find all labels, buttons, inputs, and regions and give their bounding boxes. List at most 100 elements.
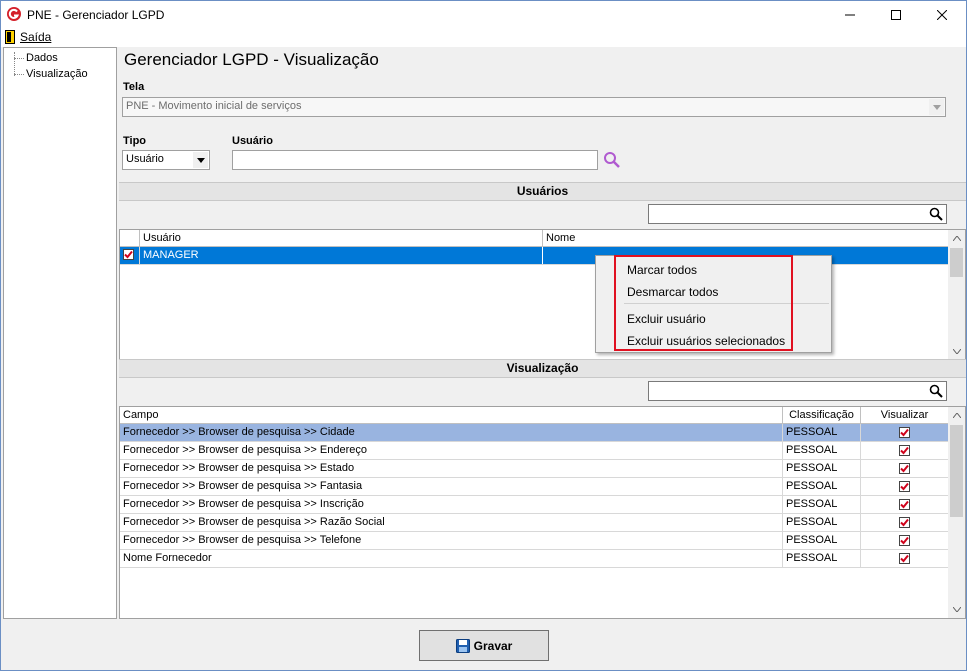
navigation-tree: Dados Visualização	[3, 47, 117, 619]
header-campo[interactable]: Campo	[120, 407, 783, 424]
highlight-box	[614, 255, 793, 351]
tela-select-value: PNE - Movimento inicial de serviços	[126, 100, 302, 112]
cell-visualizar[interactable]	[861, 496, 948, 513]
close-button[interactable]	[919, 1, 965, 28]
window-title: PNE - Gerenciador LGPD	[27, 8, 165, 22]
search-icon[interactable]	[929, 207, 943, 221]
scrollbar-thumb[interactable]	[950, 248, 963, 277]
tree-item-visualizacao[interactable]: Visualização	[26, 68, 88, 80]
tree-item-dados[interactable]: Dados	[26, 52, 58, 64]
table-row[interactable]: Fornecedor >> Browser de pesquisa >> End…	[120, 442, 948, 460]
page-title: Gerenciador LGPD - Visualização	[124, 50, 379, 69]
cell-visualizar[interactable]	[861, 532, 948, 549]
tela-select[interactable]: PNE - Movimento inicial de serviços	[122, 97, 946, 117]
users-filter-input[interactable]	[648, 204, 947, 224]
scroll-down-icon[interactable]	[948, 601, 965, 618]
cell-visualizar[interactable]	[861, 424, 948, 441]
tree-connector	[14, 74, 24, 75]
cell-classificacao: PESSOAL	[783, 514, 861, 531]
view-section-header: Visualização	[119, 359, 966, 378]
cell-classificacao: PESSOAL	[783, 550, 861, 567]
view-filter-input[interactable]	[648, 381, 947, 401]
checkbox-checked-icon	[899, 481, 910, 492]
cell-campo: Fornecedor >> Browser de pesquisa >> Ins…	[120, 496, 783, 513]
users-grid-header: Usuário Nome	[120, 230, 948, 247]
minimize-button[interactable]	[827, 1, 873, 28]
cell-campo: Nome Fornecedor	[120, 550, 783, 567]
cell-classificacao: PESSOAL	[783, 424, 861, 441]
table-row[interactable]: Fornecedor >> Browser de pesquisa >> Raz…	[120, 514, 948, 532]
save-button[interactable]: Gravar	[419, 630, 549, 661]
scrollbar-thumb[interactable]	[950, 425, 963, 517]
users-scrollbar[interactable]	[948, 230, 965, 360]
app-logo-icon	[7, 7, 21, 21]
table-row[interactable]: Fornecedor >> Browser de pesquisa >> Tel…	[120, 532, 948, 550]
chevron-down-icon	[193, 152, 208, 168]
usuario-input[interactable]	[232, 150, 598, 170]
tipo-label: Tipo	[123, 135, 147, 147]
checkbox-checked-icon	[123, 249, 134, 260]
checkbox-checked-icon	[899, 445, 910, 456]
chevron-down-icon	[929, 99, 944, 115]
cell-classificacao: PESSOAL	[783, 532, 861, 549]
cell-campo: Fornecedor >> Browser de pesquisa >> Est…	[120, 460, 783, 477]
menu-exit[interactable]: Saída	[5, 30, 51, 44]
scroll-up-icon[interactable]	[948, 230, 965, 247]
table-row[interactable]: Nome Fornecedor PESSOAL	[120, 550, 948, 568]
cell-visualizar[interactable]	[861, 442, 948, 459]
main-panel: Gerenciador LGPD - Visualização Tela PNE…	[119, 47, 966, 619]
view-grid-header: Campo Classificação Visualizar	[120, 407, 948, 424]
row-checkbox[interactable]	[120, 247, 140, 264]
close-icon	[937, 9, 947, 20]
cell-campo: Fornecedor >> Browser de pesquisa >> Tel…	[120, 532, 783, 549]
search-icon[interactable]	[603, 151, 621, 169]
cell-classificacao: PESSOAL	[783, 478, 861, 495]
tree-connector	[14, 52, 15, 76]
table-row[interactable]: Fornecedor >> Browser de pesquisa >> Ins…	[120, 496, 948, 514]
cell-visualizar[interactable]	[861, 460, 948, 477]
cell-usuario: MANAGER	[140, 247, 543, 264]
exit-door-icon	[5, 30, 15, 44]
table-row[interactable]: Fornecedor >> Browser de pesquisa >> Fan…	[120, 478, 948, 496]
scroll-up-icon[interactable]	[948, 407, 965, 424]
minimize-icon	[845, 14, 855, 15]
view-grid: Campo Classificação Visualizar Fornecedo…	[119, 406, 966, 619]
checkbox-checked-icon	[899, 499, 910, 510]
table-row[interactable]: Fornecedor >> Browser de pesquisa >> Est…	[120, 460, 948, 478]
maximize-icon	[891, 9, 901, 20]
cell-visualizar[interactable]	[861, 550, 948, 567]
table-row[interactable]: Fornecedor >> Browser de pesquisa >> Cid…	[120, 424, 948, 442]
header-nome[interactable]: Nome	[543, 230, 948, 247]
header-checkbox-col	[120, 230, 140, 247]
cell-classificacao: PESSOAL	[783, 496, 861, 513]
title-bar: PNE - Gerenciador LGPD	[1, 1, 966, 28]
header-classificacao[interactable]: Classificação	[783, 407, 861, 424]
cell-visualizar[interactable]	[861, 478, 948, 495]
checkbox-checked-icon	[899, 427, 910, 438]
checkbox-checked-icon	[899, 517, 910, 528]
checkbox-checked-icon	[899, 463, 910, 474]
cell-campo: Fornecedor >> Browser de pesquisa >> Cid…	[120, 424, 783, 441]
cell-campo: Fornecedor >> Browser de pesquisa >> End…	[120, 442, 783, 459]
checkbox-checked-icon	[899, 553, 910, 564]
tipo-select[interactable]: Usuário	[122, 150, 210, 170]
tree-connector	[14, 58, 24, 59]
app-window: PNE - Gerenciador LGPD Saída Dados Visua…	[0, 0, 967, 671]
menu-exit-label: Saída	[20, 30, 52, 44]
header-usuario[interactable]: Usuário	[140, 230, 543, 247]
cell-classificacao: PESSOAL	[783, 442, 861, 459]
search-icon[interactable]	[929, 384, 943, 398]
header-visualizar[interactable]: Visualizar	[861, 407, 948, 424]
usuario-label: Usuário	[232, 135, 273, 147]
save-disk-icon	[455, 638, 470, 653]
cell-campo: Fornecedor >> Browser de pesquisa >> Fan…	[120, 478, 783, 495]
tela-label: Tela	[123, 81, 145, 93]
checkbox-checked-icon	[899, 535, 910, 546]
cell-classificacao: PESSOAL	[783, 460, 861, 477]
maximize-button[interactable]	[873, 1, 919, 28]
cell-visualizar[interactable]	[861, 514, 948, 531]
view-scrollbar[interactable]	[948, 407, 965, 618]
scroll-down-icon[interactable]	[948, 343, 965, 360]
tipo-select-value: Usuário	[126, 153, 164, 165]
save-button-label: Gravar	[473, 638, 513, 653]
